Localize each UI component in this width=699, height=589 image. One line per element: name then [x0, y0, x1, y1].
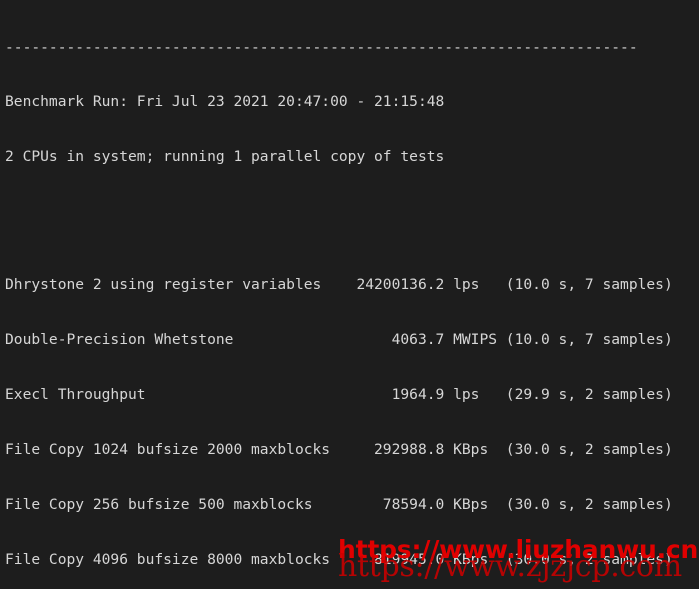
- result-row: File Copy 256 bufsize 500 maxblocks 7859…: [5, 496, 673, 514]
- result-row: Dhrystone 2 using register variables 242…: [5, 276, 673, 294]
- terminal-window: ----------------------------------------…: [0, 0, 699, 589]
- cpu-info-line: 2 CPUs in system; running 1 parallel cop…: [5, 148, 445, 166]
- separator-line-top: ----------------------------------------…: [5, 38, 638, 56]
- result-row: Execl Throughput 1964.9 lps (29.9 s, 2 s…: [5, 386, 673, 404]
- result-row: File Copy 1024 bufsize 2000 maxblocks 29…: [5, 441, 673, 459]
- terminal-output: ----------------------------------------…: [5, 2, 673, 589]
- benchmark-run-line: Benchmark Run: Fri Jul 23 2021 20:47:00 …: [5, 93, 445, 111]
- result-row: File Copy 4096 bufsize 8000 maxblocks 81…: [5, 550, 673, 568]
- result-row: Double-Precision Whetstone 4063.7 MWIPS …: [5, 331, 673, 349]
